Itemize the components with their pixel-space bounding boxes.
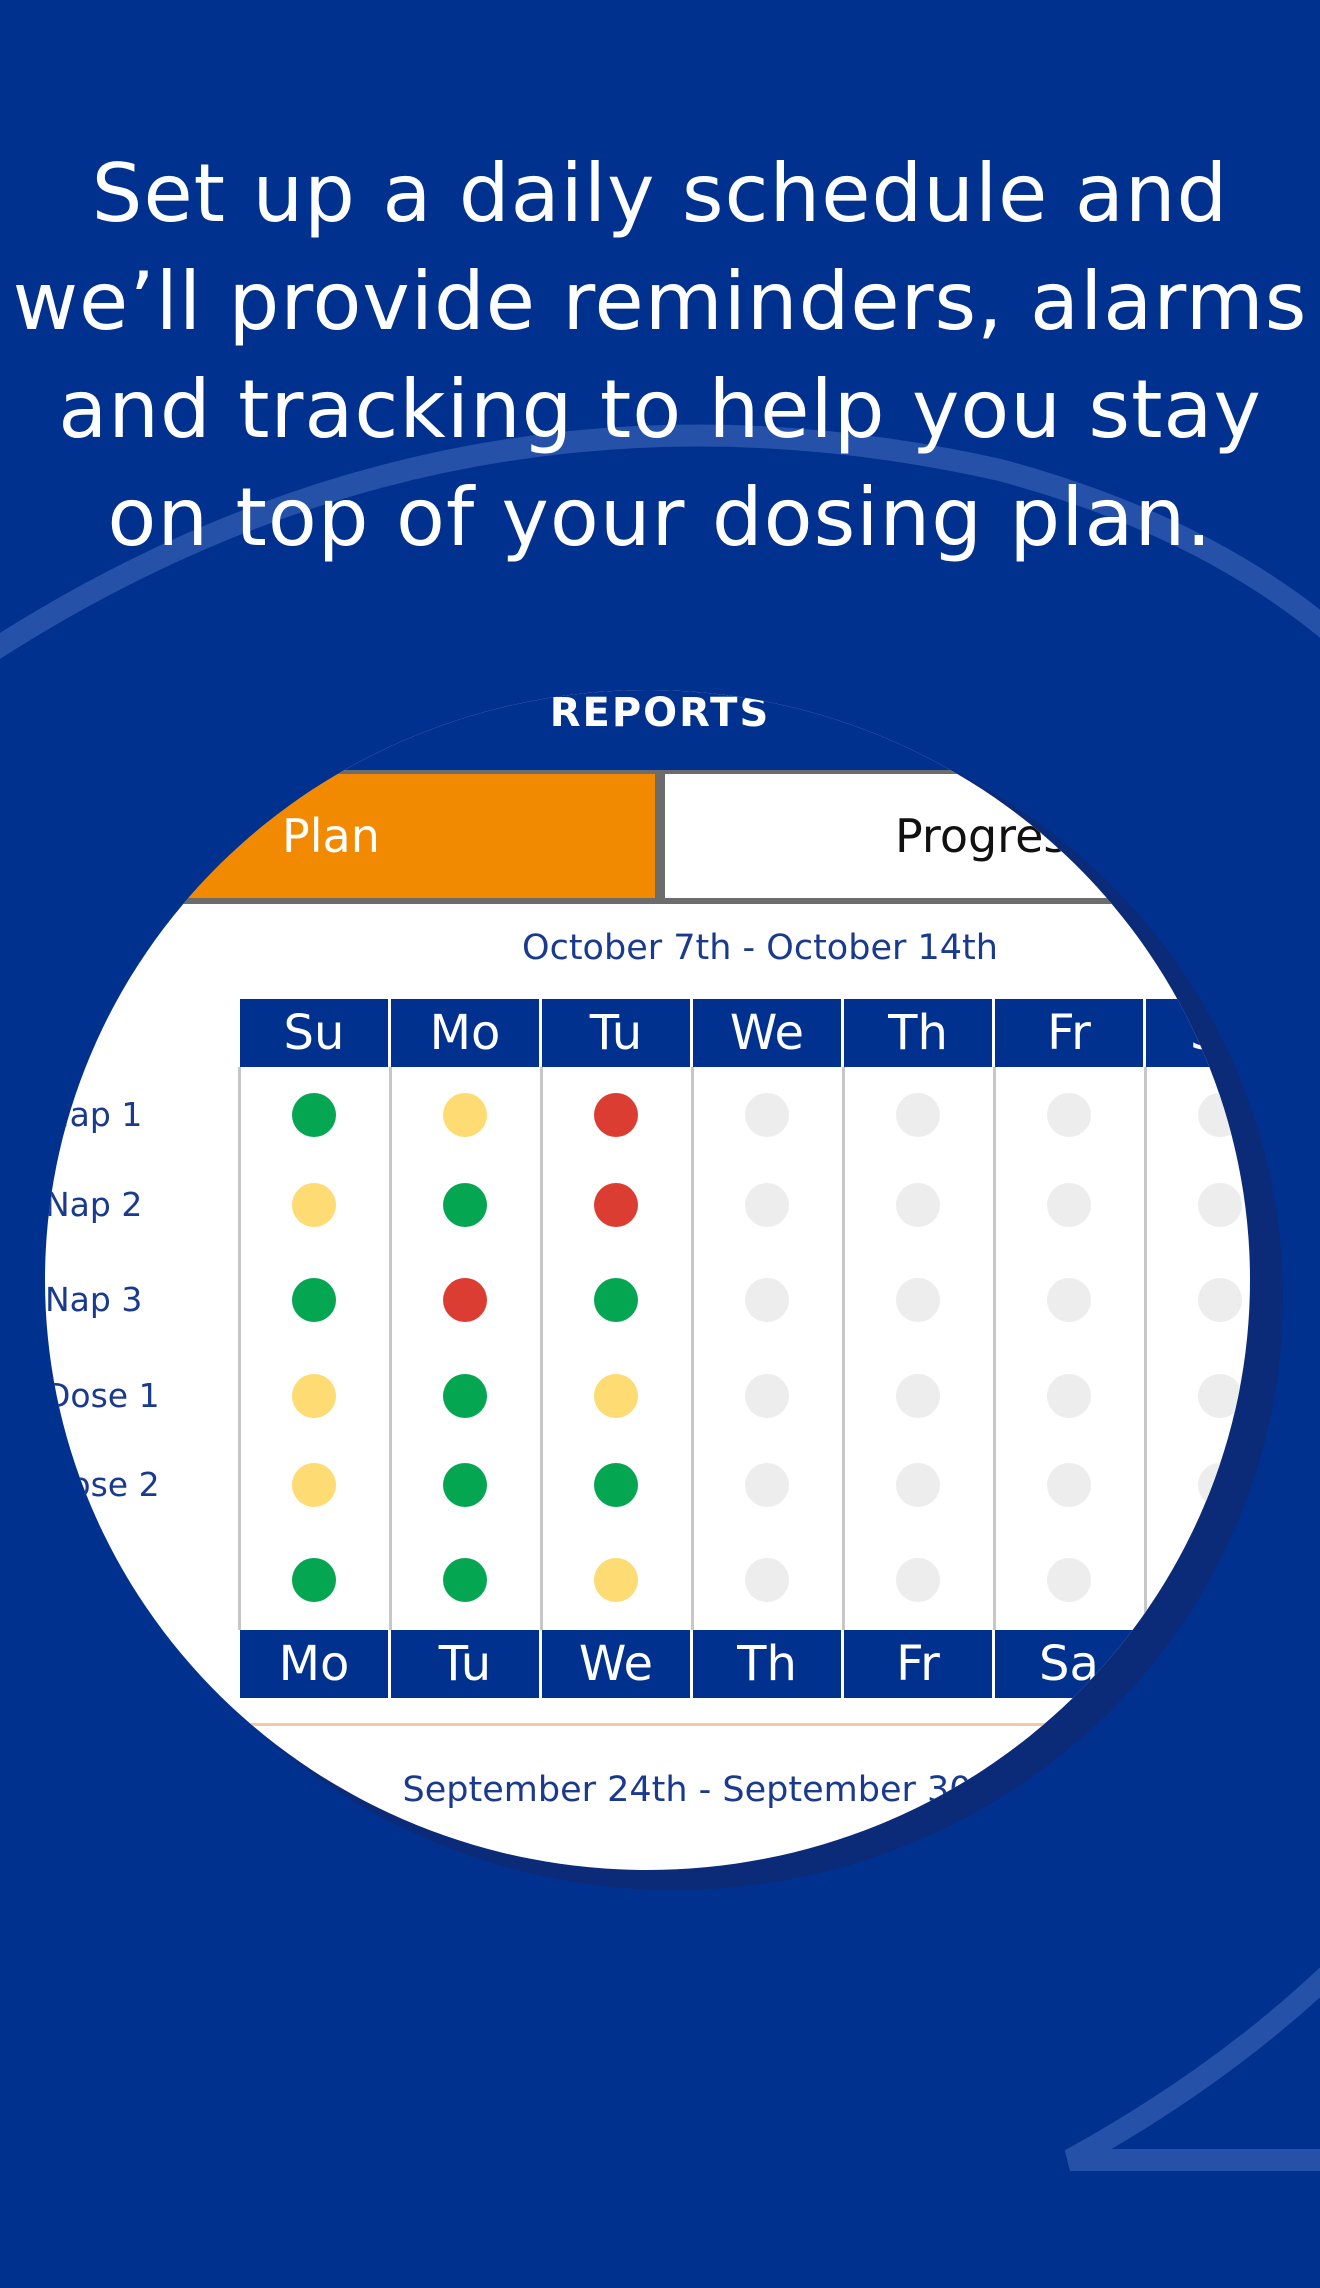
grid-column-line	[1144, 1067, 1147, 1630]
status-dot-green[interactable]	[292, 1558, 336, 1602]
status-dot-green[interactable]	[292, 1278, 336, 1322]
status-dot-empty[interactable]	[1198, 1183, 1242, 1227]
status-dot-empty[interactable]	[896, 1183, 940, 1227]
week-range-label-2: September 24th - September 30th	[402, 1770, 1008, 1810]
row-label: Dose 1	[45, 1376, 160, 1415]
status-dot-empty[interactable]	[1047, 1183, 1091, 1227]
header-day: Fr	[995, 999, 1143, 1067]
promo-headline: Set up a daily schedule and we’ll provid…	[0, 140, 1320, 572]
week-range-label: October 7th - October 14th	[522, 928, 998, 968]
status-dot-empty[interactable]	[745, 1093, 789, 1137]
schedule-row	[240, 1175, 1250, 1235]
segmented-tabs: Plan Progress	[45, 770, 1250, 904]
footer-day: We	[542, 1630, 690, 1698]
status-dot-empty[interactable]	[745, 1463, 789, 1507]
schedule-grid	[238, 1067, 1250, 1630]
status-dot-green[interactable]	[443, 1374, 487, 1418]
headline-line-3: and tracking to help you stay	[58, 363, 1262, 456]
status-dot-empty[interactable]	[896, 1093, 940, 1137]
status-dot-green[interactable]	[292, 1093, 336, 1137]
footer-day: Sa	[995, 1630, 1143, 1698]
status-dot-empty[interactable]	[1198, 1374, 1242, 1418]
status-dot-empty[interactable]	[745, 1278, 789, 1322]
status-dot-empty[interactable]	[1047, 1558, 1091, 1602]
schedule-row	[240, 1085, 1250, 1145]
status-dot-empty[interactable]	[745, 1374, 789, 1418]
status-dot-empty[interactable]	[1198, 1093, 1242, 1137]
schedule-row	[240, 1366, 1250, 1426]
headline-line-1: Set up a daily schedule and	[91, 147, 1229, 240]
grid-column-line	[993, 1067, 996, 1630]
status-dot-yellow[interactable]	[292, 1374, 336, 1418]
status-dot-empty[interactable]	[1047, 1278, 1091, 1322]
nav-title: REPORTS	[549, 690, 771, 736]
tab-plan[interactable]: Plan	[45, 774, 655, 898]
headline-line-2: we’ll provide reminders, alarms	[12, 255, 1308, 348]
grid-column-line	[842, 1067, 845, 1630]
section-divider	[240, 1723, 1250, 1726]
tab-plan-label: Plan	[282, 809, 380, 863]
footer-day: Su	[1146, 1630, 1250, 1698]
week-header-days: Su Mo Tu We Th Fr Sa	[240, 999, 1250, 1067]
header-day: Mo	[391, 999, 539, 1067]
status-dot-empty[interactable]	[896, 1463, 940, 1507]
status-dot-empty[interactable]	[896, 1278, 940, 1322]
schedule-row	[240, 1455, 1250, 1515]
status-dot-empty[interactable]	[1047, 1463, 1091, 1507]
status-dot-empty[interactable]	[1198, 1558, 1242, 1602]
grid-column-line	[238, 1067, 241, 1630]
status-dot-green[interactable]	[443, 1558, 487, 1602]
tab-progress-label: Progress	[895, 809, 1092, 863]
app-screen: REPORTS Plan Progress October 7th - Octo…	[45, 690, 1250, 1870]
schedule-row	[240, 1550, 1250, 1610]
header-day: Su	[240, 999, 388, 1067]
status-dot-empty[interactable]	[896, 1558, 940, 1602]
grid-column-line	[540, 1067, 543, 1630]
status-dot-empty[interactable]	[1198, 1463, 1242, 1507]
status-dot-yellow[interactable]	[292, 1183, 336, 1227]
status-dot-red[interactable]	[594, 1093, 638, 1137]
row-label: Dose	[45, 1560, 129, 1599]
header-day: Th	[844, 999, 992, 1067]
grid-column-line	[691, 1067, 694, 1630]
status-dot-empty[interactable]	[745, 1558, 789, 1602]
header-day: We	[693, 999, 841, 1067]
status-dot-yellow[interactable]	[594, 1558, 638, 1602]
status-dot-empty[interactable]	[745, 1183, 789, 1227]
schedule-row	[240, 1270, 1250, 1330]
status-dot-green[interactable]	[443, 1183, 487, 1227]
row-label: Nap 3	[45, 1280, 143, 1319]
status-dot-red[interactable]	[594, 1183, 638, 1227]
status-dot-green[interactable]	[594, 1278, 638, 1322]
status-dot-green[interactable]	[594, 1463, 638, 1507]
header-day: Sa	[1146, 999, 1250, 1067]
week-footer-days: Mo Tu We Th Fr Sa Su	[240, 1630, 1250, 1698]
status-dot-yellow[interactable]	[292, 1463, 336, 1507]
row-label: Dose 2	[45, 1465, 160, 1504]
row-label: Nap 1	[45, 1095, 143, 1134]
header-day: Tu	[542, 999, 690, 1067]
footer-day: Mo	[240, 1630, 388, 1698]
status-dot-green[interactable]	[443, 1463, 487, 1507]
status-dot-red[interactable]	[443, 1278, 487, 1322]
grid-column-line	[389, 1067, 392, 1630]
footer-day: Th	[693, 1630, 841, 1698]
status-dot-empty[interactable]	[1047, 1374, 1091, 1418]
status-dot-empty[interactable]	[1047, 1093, 1091, 1137]
footer-day: Fr	[844, 1630, 992, 1698]
status-dot-yellow[interactable]	[594, 1374, 638, 1418]
footer-day: Tu	[391, 1630, 539, 1698]
status-dot-yellow[interactable]	[443, 1093, 487, 1137]
tab-progress[interactable]: Progress	[665, 774, 1250, 898]
status-dot-empty[interactable]	[1198, 1278, 1242, 1322]
status-dot-empty[interactable]	[896, 1374, 940, 1418]
headline-line-4: on top of your dosing plan.	[107, 471, 1213, 564]
row-label: Nap 2	[45, 1185, 143, 1224]
app-preview-circle: REPORTS Plan Progress October 7th - Octo…	[45, 690, 1250, 1870]
